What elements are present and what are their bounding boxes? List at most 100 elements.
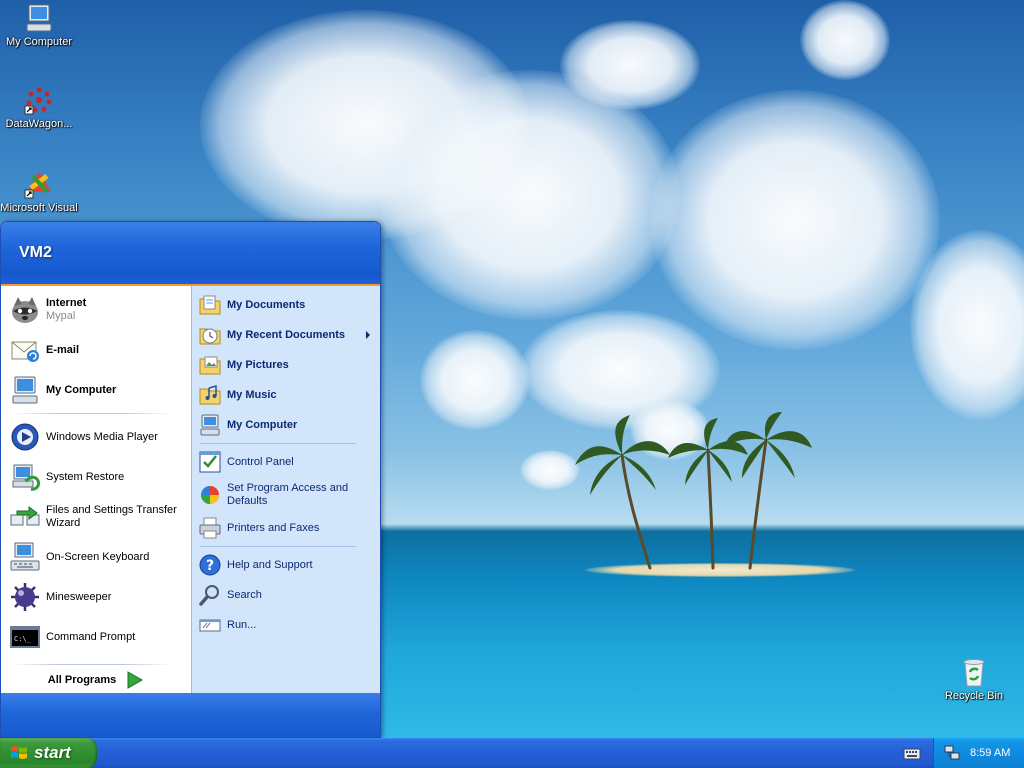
- place-label: My Music: [227, 388, 277, 401]
- clock[interactable]: 8:59 AM: [970, 747, 1010, 759]
- network-icon[interactable]: [944, 745, 960, 761]
- recent-item-minesweeper[interactable]: Minesweeper: [1, 577, 191, 617]
- cloud: [800, 0, 890, 80]
- place-my-computer[interactable]: My Computer: [192, 410, 380, 440]
- separator: [200, 443, 356, 444]
- setting-printers-faxes[interactable]: Printers and Faxes: [192, 513, 380, 543]
- user-name: VM2: [19, 244, 52, 261]
- submenu-arrow-icon: [366, 331, 370, 339]
- windows-flag-icon: [11, 746, 27, 759]
- tool-label: Run...: [227, 618, 257, 631]
- music-folder-icon: [198, 383, 222, 407]
- place-my-pictures[interactable]: My Pictures: [192, 350, 380, 380]
- palm-trees: [575, 412, 812, 570]
- pinned-item-email[interactable]: E-mail: [1, 330, 191, 370]
- setting-label: Control Panel: [227, 455, 294, 468]
- green-arrow-icon: [127, 671, 144, 689]
- program-access-icon: [198, 483, 222, 507]
- recent-item-label: Minesweeper: [46, 590, 112, 603]
- help-icon: ?: [198, 553, 222, 577]
- cloud: [420, 330, 530, 430]
- mine-icon: [9, 581, 41, 613]
- place-label: My Computer: [227, 418, 298, 431]
- desktop-icon-recycle-bin[interactable]: Recycle Bin: [935, 656, 1013, 702]
- start-menu-header: VM2: [1, 222, 380, 286]
- pinned-item-subtitle: Mypal: [46, 310, 76, 322]
- start-menu-right-pane: My Documents My Recent Documents My Pict…: [191, 286, 380, 693]
- setting-program-access[interactable]: Set Program Access and Defaults: [192, 477, 380, 513]
- system-restore-icon: [9, 461, 41, 493]
- search-icon: [198, 583, 222, 607]
- pinned-item-title: My Computer: [46, 383, 117, 396]
- recent-item-label: System Restore: [46, 470, 125, 483]
- place-label: My Recent Documents: [227, 328, 345, 341]
- pinned-item-internet[interactable]: Internet Mypal: [1, 290, 191, 330]
- recycle-bin-icon: [963, 659, 985, 687]
- svg-text:?: ?: [206, 558, 214, 574]
- recent-item-windows-media-player[interactable]: Windows Media Player: [1, 417, 191, 457]
- place-label: My Pictures: [227, 358, 289, 371]
- all-programs-label: All Programs: [47, 674, 117, 686]
- separator: [11, 664, 171, 665]
- control-panel-icon: [198, 450, 222, 474]
- recent-documents-icon: [198, 323, 222, 347]
- computer-icon: [198, 413, 222, 437]
- recent-item-files-settings-transfer[interactable]: Files and Settings Transfer Wizard: [1, 497, 191, 537]
- transfer-wizard-icon: [9, 501, 41, 533]
- documents-folder-icon: [198, 293, 222, 317]
- pinned-item-title: E-mail: [46, 343, 80, 356]
- setting-control-panel[interactable]: Control Panel: [192, 447, 380, 477]
- tool-label: Search: [227, 588, 262, 601]
- cloud: [650, 90, 940, 350]
- email-icon: [9, 334, 41, 366]
- recent-item-system-restore[interactable]: System Restore: [1, 457, 191, 497]
- recent-item-on-screen-keyboard[interactable]: On-Screen Keyboard: [1, 537, 191, 577]
- recent-item-label: Windows Media Player: [46, 430, 158, 443]
- datawagon-icon: [24, 87, 52, 115]
- start-menu-footer: [1, 693, 380, 737]
- start-label: start: [34, 743, 71, 762]
- desktop-icon-datawagon[interactable]: DataWagon...: [0, 84, 78, 130]
- desktop-icon-microsoft-visual[interactable]: Microsoft Visual: [0, 168, 78, 214]
- run-icon: [198, 613, 222, 637]
- raccoon-browser-icon: [9, 294, 41, 326]
- place-my-documents[interactable]: My Documents: [192, 290, 380, 320]
- tool-run[interactable]: Run...: [192, 610, 380, 640]
- desktop-icon-label: Recycle Bin: [944, 690, 1004, 702]
- tool-help-support[interactable]: ? Help and Support: [192, 550, 380, 580]
- computer-icon: [9, 374, 41, 406]
- tool-search[interactable]: Search: [192, 580, 380, 610]
- desktop-icon-label: Microsoft Visual: [0, 202, 78, 214]
- all-programs-button[interactable]: All Programs: [1, 667, 191, 693]
- setting-label: Printers and Faxes: [227, 521, 320, 534]
- place-my-music[interactable]: My Music: [192, 380, 380, 410]
- computer-icon: [26, 4, 52, 32]
- recent-item-label: Command Prompt: [46, 630, 136, 643]
- cloud: [560, 20, 700, 110]
- place-label: My Documents: [227, 298, 306, 311]
- desktop-icon-label: DataWagon...: [5, 118, 73, 130]
- keyboard-tray-icon[interactable]: [903, 745, 921, 761]
- setting-label: Set Program Access and Defaults: [227, 482, 349, 507]
- pinned-item-title: Internet: [46, 297, 87, 309]
- start-button[interactable]: start: [0, 738, 97, 768]
- taskbar: start 8:59 AM: [0, 738, 1024, 768]
- command-prompt-icon: C:\_: [9, 621, 41, 653]
- recent-item-command-prompt[interactable]: C:\_ Command Prompt: [1, 617, 191, 657]
- separator: [200, 546, 356, 547]
- system-tray: 8:59 AM: [933, 738, 1024, 768]
- svg-text:C:\_: C:\_: [14, 635, 32, 643]
- recent-item-label: Files and Settings Transfer Wizard: [46, 504, 177, 529]
- separator: [11, 413, 171, 414]
- recent-item-label: On-Screen Keyboard: [46, 550, 150, 563]
- start-menu-left-pane: Internet Mypal E-mail My Computer Window…: [1, 286, 191, 693]
- desktop-icon-my-computer[interactable]: My Computer: [0, 2, 78, 48]
- start-menu-body: Internet Mypal E-mail My Computer Window…: [1, 286, 380, 693]
- keyboard-icon: [9, 541, 41, 573]
- place-my-recent-documents[interactable]: My Recent Documents: [192, 320, 380, 350]
- pinned-item-my-computer[interactable]: My Computer: [1, 370, 191, 410]
- desktop-icon-label: My Computer: [5, 36, 73, 48]
- tool-label: Help and Support: [227, 558, 313, 571]
- visual-studio-icon: [24, 172, 51, 199]
- start-menu: VM2 Internet Mypal E-mail My Computer Wi…: [0, 221, 381, 738]
